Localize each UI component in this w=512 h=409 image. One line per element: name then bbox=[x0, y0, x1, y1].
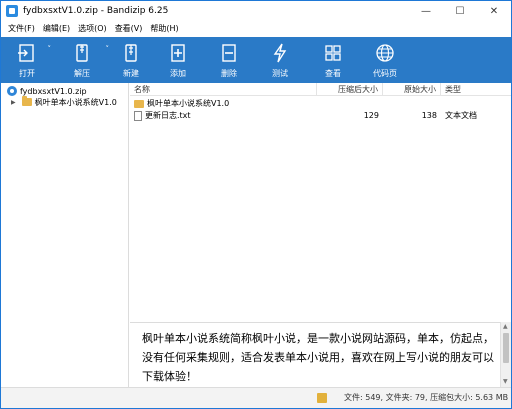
lightning-icon bbox=[269, 42, 291, 64]
comment-line-2: 没有任何采集规则，适合发表单本小说用，喜欢在网上写小说的朋友可以 bbox=[142, 351, 494, 364]
open-archive-icon bbox=[16, 42, 38, 64]
new-archive-icon bbox=[120, 42, 142, 64]
delete-label: 删除 bbox=[221, 69, 237, 78]
archive-comment-panel: 枫叶单本小说系统简称枫叶小说，是一款小说网站源码，单本，仿起点， 没有任何采集规… bbox=[130, 322, 500, 387]
scroll-up-icon[interactable]: ▲ bbox=[503, 323, 508, 330]
title-bar: fydbxsxtV1.0.zip - Bandizip 6.25 — ☐ ✕ bbox=[1, 1, 511, 21]
add-button[interactable]: 添加 bbox=[151, 37, 205, 83]
list-item[interactable]: 枫叶单本小说系统V1.0 bbox=[130, 98, 511, 110]
bandizip-window: fydbxsxtV1.0.zip - Bandizip 6.25 — ☐ ✕ 文… bbox=[0, 0, 512, 409]
window-title: fydbxsxtV1.0.zip - Bandizip 6.25 bbox=[23, 6, 169, 16]
delete-file-icon bbox=[218, 42, 240, 64]
test-button[interactable]: 测试 bbox=[253, 37, 307, 83]
chevron-right-icon[interactable]: ▶ bbox=[11, 99, 16, 106]
tree-item-label: fydbxsxtV1.0.zip bbox=[20, 86, 87, 96]
minimize-button[interactable]: — bbox=[409, 1, 443, 21]
maximize-button[interactable]: ☐ bbox=[443, 1, 477, 21]
menu-bar: 文件(F) 编辑(E) 选项(O) 查看(V) 帮助(H) bbox=[1, 21, 511, 36]
menu-view[interactable]: 查看(V) bbox=[111, 23, 147, 34]
compressed-size-cell bbox=[317, 98, 379, 110]
view-grid-icon bbox=[322, 42, 344, 64]
view-button[interactable]: 查看 bbox=[307, 37, 359, 83]
text-file-icon bbox=[134, 110, 142, 121]
file-name: 更新日志.txt bbox=[145, 111, 191, 120]
view-label: 查看 bbox=[325, 69, 341, 78]
list-header: 名称 压缩后大小 原始大小 类型 bbox=[130, 83, 511, 96]
globe-icon bbox=[374, 42, 396, 64]
bandizip-app-icon bbox=[6, 5, 18, 17]
compressed-size-cell: 129 bbox=[363, 111, 379, 120]
original-size-cell bbox=[383, 98, 437, 110]
codepage-button[interactable]: 代码页 bbox=[359, 37, 411, 83]
toolbar: 打开 ˅ 解压 ˅ 新建 添加 删除 测试 查看 代码页 bbox=[1, 37, 511, 83]
close-button[interactable]: ✕ bbox=[477, 1, 511, 21]
extract-button[interactable]: 解压 ˅ bbox=[53, 37, 111, 83]
menu-help[interactable]: 帮助(H) bbox=[146, 23, 182, 34]
chevron-down-icon[interactable]: ˅ bbox=[48, 45, 52, 53]
new-label: 新建 bbox=[123, 69, 139, 78]
file-name: 枫叶单本小说系统V1.0 bbox=[147, 99, 230, 108]
scrollbar-thumb[interactable] bbox=[503, 333, 509, 363]
extract-label: 解压 bbox=[74, 69, 90, 78]
menu-edit[interactable]: 编辑(E) bbox=[39, 23, 74, 34]
scroll-down-icon[interactable]: ▼ bbox=[503, 378, 508, 385]
codepage-label: 代码页 bbox=[373, 69, 397, 78]
name-cell: 更新日志.txt bbox=[134, 110, 191, 122]
test-label: 测试 bbox=[272, 69, 288, 78]
file-list: 名称 压缩后大小 原始大小 类型 枫叶单本小说系统V1.0 更新日志.txt 1… bbox=[130, 83, 511, 321]
column-original-size[interactable]: 原始大小 bbox=[383, 83, 441, 96]
name-cell: 枫叶单本小说系统V1.0 bbox=[134, 98, 229, 110]
column-name[interactable]: 名称 bbox=[130, 83, 317, 96]
status-bar: 文件: 549, 文件夹: 79, 压缩包大小: 5.63 MB bbox=[1, 387, 511, 408]
archive-status-icon bbox=[317, 393, 327, 403]
column-type[interactable]: 类型 bbox=[441, 83, 511, 96]
list-item[interactable]: 更新日志.txt 129 138 文本文档 bbox=[130, 110, 511, 122]
type-cell: 文本文档 bbox=[445, 111, 477, 120]
menu-options[interactable]: 选项(O) bbox=[74, 23, 111, 34]
tree-item-folder[interactable]: ▶ 枫叶单本小说系统V1.0 bbox=[11, 96, 117, 108]
comment-line-3: 下载体验！ bbox=[142, 370, 197, 383]
add-label: 添加 bbox=[170, 69, 186, 78]
extract-icon bbox=[71, 42, 93, 64]
delete-button[interactable]: 删除 bbox=[205, 37, 253, 83]
menu-file[interactable]: 文件(F) bbox=[4, 23, 39, 34]
new-button[interactable]: 新建 bbox=[111, 37, 151, 83]
tree-item-label: 枫叶单本小说系统V1.0 bbox=[34, 97, 117, 107]
window-controls: — ☐ ✕ bbox=[409, 1, 511, 21]
folder-icon bbox=[134, 99, 144, 108]
add-file-icon bbox=[167, 42, 189, 64]
original-size-cell: 138 bbox=[421, 111, 437, 120]
column-compressed-size[interactable]: 压缩后大小 bbox=[317, 83, 383, 96]
comment-line-1: 枫叶单本小说系统简称枫叶小说，是一款小说网站源码，单本，仿起点， bbox=[142, 332, 494, 345]
chevron-down-icon[interactable]: ˅ bbox=[106, 45, 110, 53]
open-button[interactable]: 打开 ˅ bbox=[1, 37, 53, 83]
open-label: 打开 bbox=[19, 69, 35, 78]
comment-scrollbar[interactable]: ▲ ▼ bbox=[500, 322, 511, 387]
status-text: 文件: 549, 文件夹: 79, 压缩包大小: 5.63 MB bbox=[344, 393, 509, 402]
folder-icon bbox=[21, 96, 32, 106]
archive-icon bbox=[7, 86, 17, 96]
folder-tree: fydbxsxtV1.0.zip ▶ 枫叶单本小说系统V1.0 bbox=[1, 83, 129, 408]
